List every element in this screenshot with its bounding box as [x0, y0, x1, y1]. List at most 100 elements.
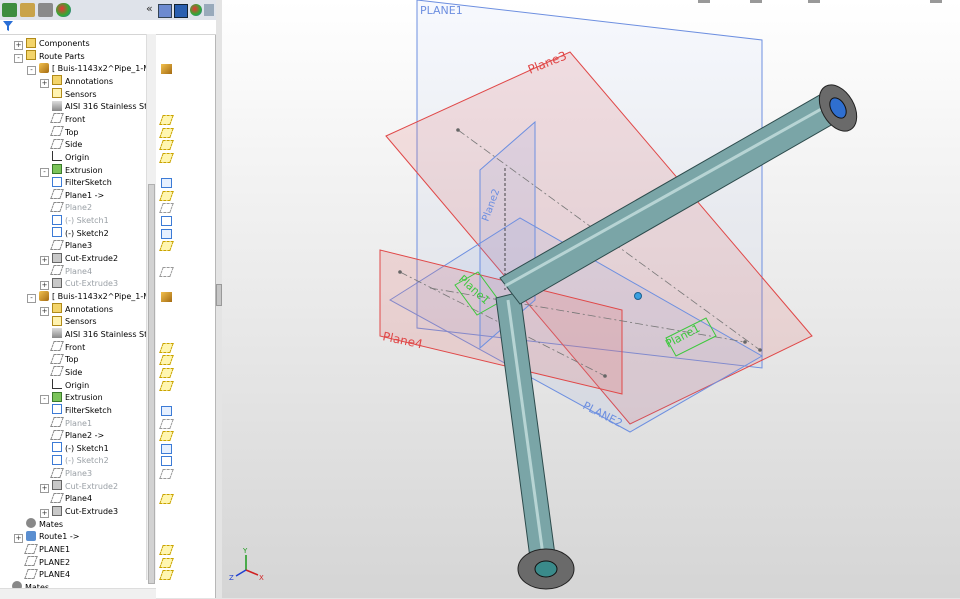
tree-item[interactable]: Plane2 ->	[50, 429, 104, 443]
tree-item[interactable]: Route Parts	[26, 50, 85, 64]
visibility-status-icon[interactable]	[159, 342, 174, 353]
tree-item[interactable]: Annotations	[52, 75, 113, 89]
appearance-icon[interactable]	[190, 4, 202, 16]
tab-feature-manager[interactable]	[2, 3, 17, 17]
visibility-status-icon[interactable]	[161, 292, 172, 302]
tree-item[interactable]: Sensors	[52, 88, 97, 102]
tree-item[interactable]: [ Buis-1143x2^Pipe_1-Mi	[39, 290, 152, 304]
tree-expander[interactable]: -	[40, 395, 49, 405]
tree-item[interactable]: Extrusion	[52, 391, 103, 405]
tree-item[interactable]: (-) Sketch1	[52, 214, 109, 228]
filter-icon[interactable]	[3, 21, 13, 31]
visibility-status-icon[interactable]	[161, 64, 172, 75]
tree-expander[interactable]: +	[40, 483, 49, 493]
scrollbar-thumb[interactable]	[148, 184, 155, 584]
tree-item[interactable]: PLANE1	[24, 543, 70, 557]
visibility-status-icon[interactable]	[161, 456, 172, 467]
visibility-status-icon[interactable]	[159, 140, 174, 151]
visibility-status-icon[interactable]	[159, 469, 174, 480]
visibility-status-icon[interactable]	[161, 216, 172, 227]
tree-item[interactable]: FilterSketch	[52, 176, 112, 190]
tab-configuration-manager[interactable]	[38, 3, 53, 17]
collapse-panel-button[interactable]: «	[146, 2, 153, 15]
visibility-status-icon[interactable]	[159, 418, 174, 429]
visibility-status-icon[interactable]	[161, 443, 172, 454]
tree-item[interactable]: Route1 ->	[26, 530, 79, 544]
tree-item[interactable]: Mates	[26, 518, 63, 532]
tree-item[interactable]: Components	[26, 37, 90, 51]
tree-item[interactable]: AISI 316 Stainless Stee	[52, 100, 156, 114]
visibility-status-icon[interactable]	[161, 228, 172, 239]
view-cube-icon[interactable]	[174, 4, 188, 18]
tree-item[interactable]: Plane4	[50, 265, 92, 279]
tree-item[interactable]: Plane1	[50, 417, 92, 431]
tree-expander[interactable]: -	[27, 294, 36, 303]
tree-item[interactable]: Plane3	[50, 239, 92, 253]
tree-item[interactable]: Cut-Extrude3	[52, 505, 118, 519]
visibility-status-icon[interactable]	[159, 557, 174, 568]
visibility-status-icon[interactable]	[159, 494, 174, 505]
tree-item[interactable]: (-) Sketch1	[52, 442, 109, 456]
visibility-status-icon[interactable]	[159, 152, 174, 163]
tree-item[interactable]: (-) Sketch2	[52, 227, 109, 241]
tree-item[interactable]: Cut-Extrude2	[52, 252, 118, 266]
visibility-status-icon[interactable]	[159, 545, 174, 555]
tree-item[interactable]: (-) Sketch2	[52, 454, 109, 468]
visibility-status-icon[interactable]	[159, 355, 174, 366]
tree-item[interactable]: Top	[50, 353, 79, 367]
visibility-status-icon[interactable]	[161, 178, 172, 189]
tree-expander[interactable]: -	[40, 167, 49, 177]
tree-horizontal-scrollbar[interactable]	[0, 588, 156, 599]
visibility-status-icon[interactable]	[159, 241, 174, 252]
tree-item[interactable]: Cut-Extrude3	[52, 277, 118, 291]
visibility-status-icon[interactable]	[159, 190, 174, 201]
tree-expander[interactable]: +	[14, 41, 23, 50]
visibility-status-icon[interactable]	[159, 380, 174, 391]
visibility-status-icon[interactable]	[159, 203, 174, 214]
tree-item[interactable]: Side	[50, 366, 82, 380]
visibility-status-icon[interactable]	[159, 367, 174, 378]
tree-item[interactable]: Front	[50, 341, 85, 355]
tree-item[interactable]: Annotations	[52, 303, 113, 317]
tree-item[interactable]: Sensors	[52, 315, 97, 329]
tree-expander[interactable]: +	[40, 509, 49, 519]
tree-item[interactable]: PLANE2	[24, 556, 70, 570]
route-origin-point[interactable]	[634, 292, 642, 300]
top-toolbar-stub-4[interactable]	[930, 0, 942, 3]
visibility-status-icon[interactable]	[159, 266, 174, 277]
model-canvas[interactable]: PLANE1 Plane3 Plane4 PLANE2 Plane2 Plane…	[222, 0, 960, 598]
scene-icon[interactable]	[204, 4, 214, 16]
visibility-status-icon[interactable]	[159, 570, 174, 581]
tree-expander[interactable]: +	[14, 534, 23, 544]
tree-item[interactable]: [ Buis-1143x2^Pipe_1-Mi	[39, 62, 152, 76]
tree-expander[interactable]: +	[40, 281, 49, 291]
tree-expander[interactable]: -	[14, 53, 23, 63]
tab-display-manager[interactable]	[56, 3, 71, 17]
tree-item[interactable]: AISI 316 Stainless Stee	[52, 328, 156, 342]
tree-item[interactable]: Origin	[52, 379, 89, 393]
tree-expander[interactable]: +	[40, 256, 49, 266]
tree-item[interactable]: Side	[50, 138, 82, 152]
tree-item[interactable]: FilterSketch	[52, 404, 112, 418]
tree-item[interactable]: Plane4	[50, 492, 92, 506]
tree-item[interactable]: Origin	[52, 151, 89, 165]
tree-item[interactable]: Plane1 ->	[50, 189, 104, 203]
tree-item[interactable]: Extrusion	[52, 164, 103, 178]
cube-icon[interactable]	[158, 4, 172, 18]
tree-expander[interactable]: +	[40, 78, 49, 88]
tab-property-manager[interactable]	[20, 3, 35, 17]
tree-item[interactable]: Front	[50, 113, 85, 127]
tree-item[interactable]: Plane2	[50, 201, 92, 215]
top-toolbar-stub-3[interactable]	[808, 0, 820, 3]
graphics-viewport[interactable]: PLANE1 Plane3 Plane4 PLANE2 Plane2 Plane…	[222, 0, 960, 598]
tree-item[interactable]: PLANE4	[24, 568, 70, 582]
tree-item[interactable]: Cut-Extrude2	[52, 480, 118, 494]
tree-expander[interactable]: +	[40, 306, 49, 316]
visibility-status-icon[interactable]	[159, 431, 174, 442]
tree-vertical-scrollbar[interactable]	[146, 34, 156, 584]
visibility-status-icon[interactable]	[159, 127, 174, 138]
top-toolbar-stub-2[interactable]	[750, 0, 762, 3]
top-toolbar-stub-1[interactable]	[698, 0, 710, 3]
visibility-status-icon[interactable]	[161, 405, 172, 416]
tree-item[interactable]: Top	[50, 126, 79, 140]
